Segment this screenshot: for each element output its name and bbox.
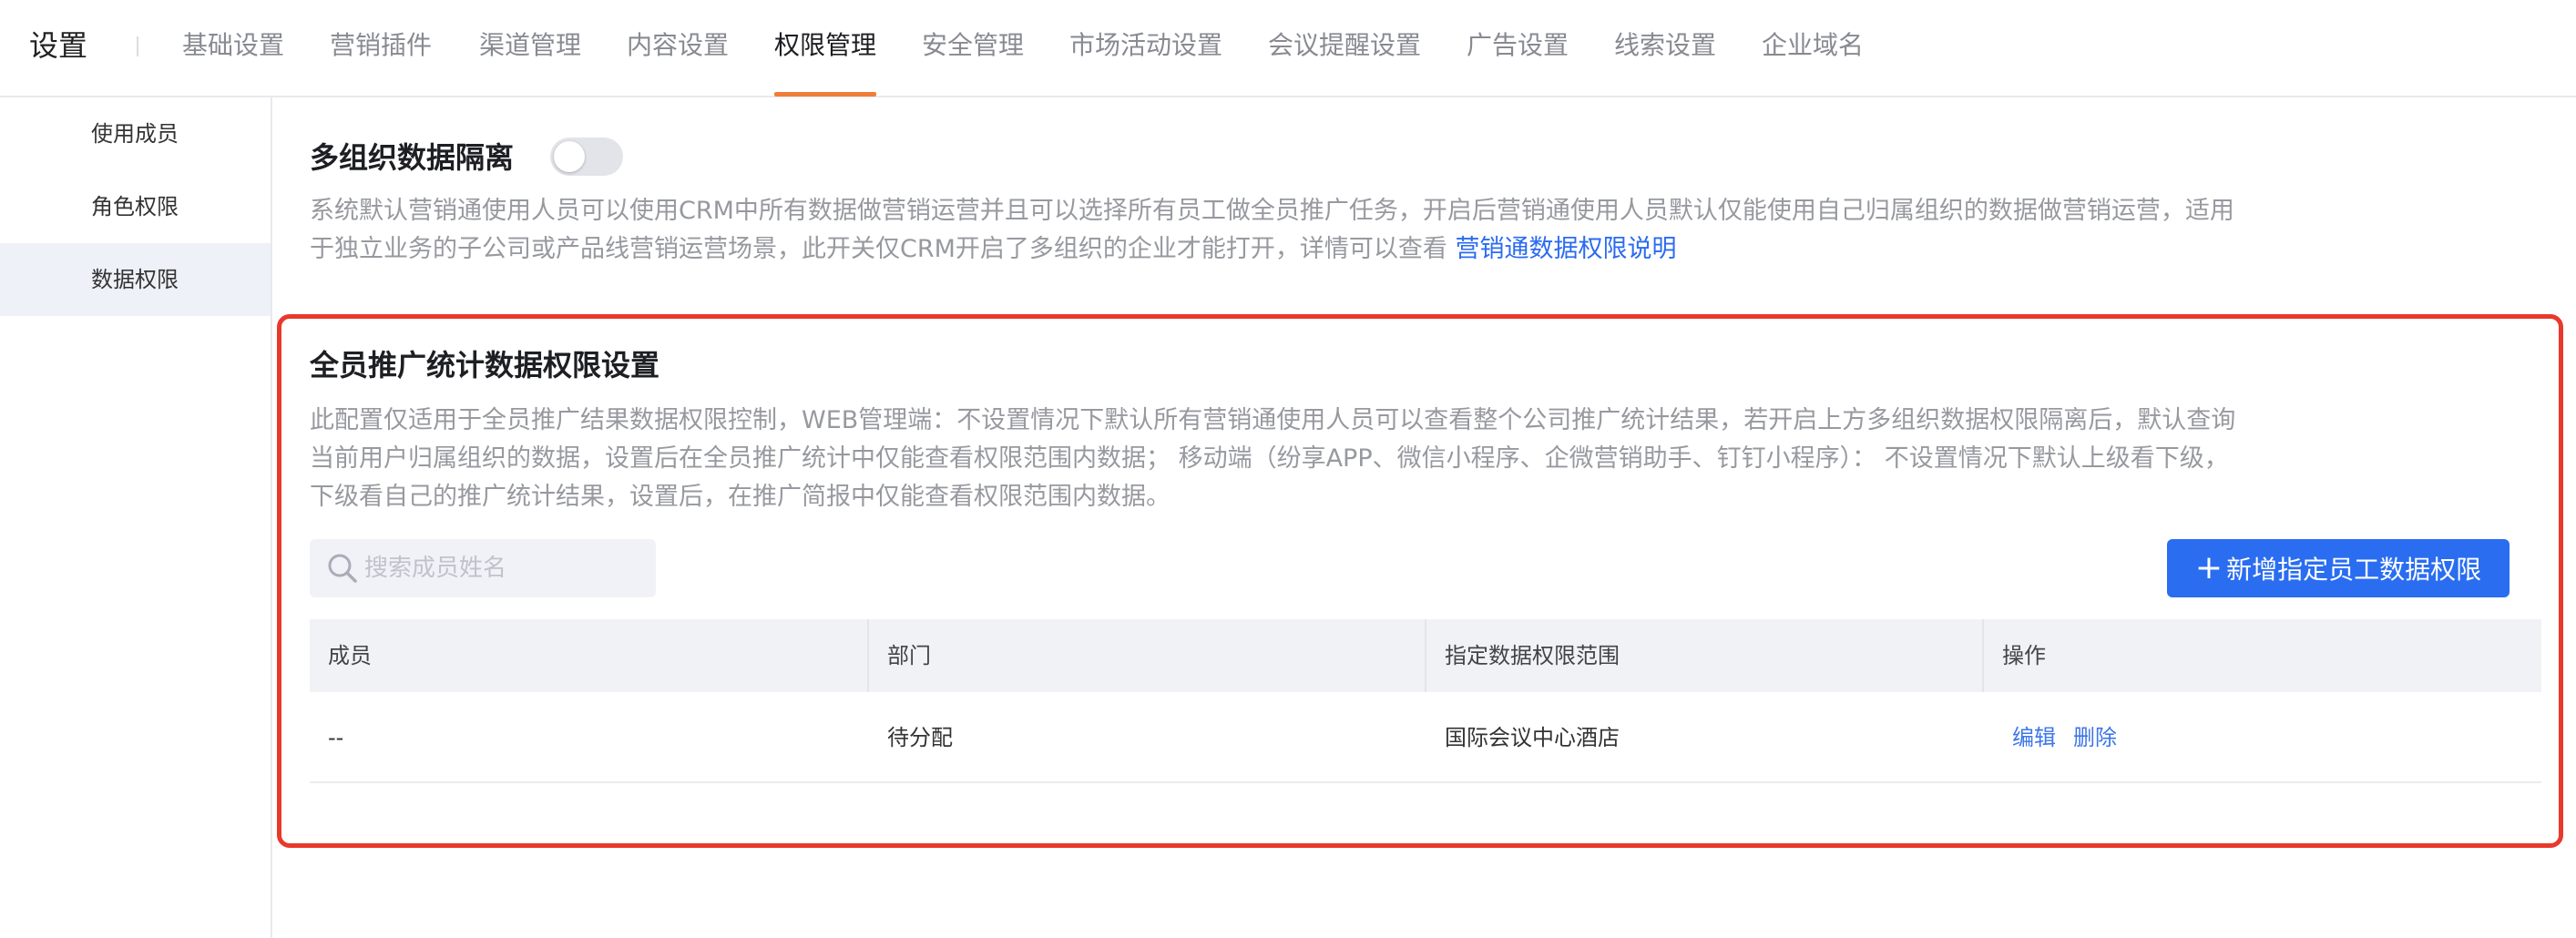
plus-icon: + xyxy=(2194,549,2223,586)
multi-org-isolation-title: 多组织数据隔离 xyxy=(310,140,515,175)
data-permission-docs-link[interactable]: 营销通数据权限说明 xyxy=(1456,235,1677,263)
search-icon xyxy=(328,554,357,583)
toggle-knob xyxy=(554,141,585,172)
sidebar: 使用成员 角色权限 数据权限 xyxy=(0,97,272,938)
desc-line: 系统默认营销通使用人员可以使用CRM中所有数据做营销运营并且可以选择所有员工做全… xyxy=(310,197,2234,225)
edit-button[interactable]: 编辑 xyxy=(2012,692,2056,783)
add-employee-data-permission-button[interactable]: + 新增指定员工数据权限 xyxy=(2167,539,2510,597)
tab-meeting-reminder-settings[interactable]: 会议提醒设置 xyxy=(1268,27,1421,64)
tab-security-management[interactable]: 安全管理 xyxy=(922,27,1024,64)
member-search-box[interactable] xyxy=(310,539,656,597)
desc-line: 当前用户归属组织的数据，设置后在全员推广统计中仅能查看权限范围内数据； 移动端（… xyxy=(310,444,2229,473)
tab-campaign-settings[interactable]: 市场活动设置 xyxy=(1069,27,1222,64)
tab-permission-management[interactable]: 权限管理 xyxy=(774,27,876,64)
desc-line: 于独立业务的子公司或产品线营销运营场景，此开关仅CRM开启了多组织的企业才能打开… xyxy=(310,230,2314,269)
cell-department: 待分配 xyxy=(887,725,953,750)
title-divider xyxy=(137,36,138,56)
tab-lead-settings[interactable]: 线索设置 xyxy=(1614,27,1716,64)
main-content: 多组织数据隔离 系统默认营销通使用人员可以使用CRM中所有数据做营销运营并且可以… xyxy=(273,97,2576,938)
member-search-input[interactable] xyxy=(364,539,647,597)
column-header-member: 成员 xyxy=(328,643,372,668)
sidebar-item-data-permissions[interactable]: 数据权限 xyxy=(0,243,271,316)
tab-channel-management[interactable]: 渠道管理 xyxy=(479,27,581,64)
sidebar-item-members[interactable]: 使用成员 xyxy=(0,97,271,170)
tab-content-settings[interactable]: 内容设置 xyxy=(627,27,729,64)
tab-basic-settings[interactable]: 基础设置 xyxy=(182,27,284,64)
column-header-actions: 操作 xyxy=(2002,643,2046,668)
tab-ad-settings[interactable]: 广告设置 xyxy=(1467,27,1569,64)
multi-org-isolation-desc: 系统默认营销通使用人员可以使用CRM中所有数据做营销运营并且可以选择所有员工做全… xyxy=(310,192,2314,269)
cell-scope: 国际会议中心酒店 xyxy=(1445,725,1620,750)
app-title: 设置 xyxy=(29,28,88,63)
desc-line: 此配置仅适用于全员推广结果数据权限控制，WEB管理端：不设置情况下默认所有营销通… xyxy=(310,406,2236,434)
sidebar-item-role-permissions[interactable]: 角色权限 xyxy=(0,170,271,243)
desc-text: 于独立业务的子公司或产品线营销运营场景，此开关仅CRM开启了多组织的企业才能打开… xyxy=(310,235,1456,263)
desc-line: 下级看自己的推广统计结果，设置后，在推广简报中仅能查看权限范围内数据。 xyxy=(310,483,1170,511)
active-tab-indicator xyxy=(774,92,876,97)
delete-button[interactable]: 删除 xyxy=(2073,692,2117,783)
column-header-department: 部门 xyxy=(887,643,931,668)
table-row: -- 待分配 国际会议中心酒店 编辑 删除 xyxy=(310,692,2541,783)
tab-enterprise-domain[interactable]: 企业域名 xyxy=(1762,27,1864,64)
table-header: 成员 部门 指定数据权限范围 操作 xyxy=(310,619,2541,692)
promotion-stats-permission-title: 全员推广统计数据权限设置 xyxy=(310,348,660,382)
tab-marketing-plugins[interactable]: 营销插件 xyxy=(330,27,432,64)
multi-org-isolation-toggle[interactable] xyxy=(550,138,623,176)
add-button-label: 新增指定员工数据权限 xyxy=(2226,555,2482,585)
promotion-stats-permission-desc: 此配置仅适用于全员推广结果数据权限控制，WEB管理端：不设置情况下默认所有营销通… xyxy=(310,402,2314,516)
cell-member: -- xyxy=(328,725,344,750)
column-header-scope: 指定数据权限范围 xyxy=(1445,643,1620,668)
top-nav-bar: 设置 基础设置 营销插件 渠道管理 内容设置 权限管理 安全管理 市场活动设置 … xyxy=(0,0,2576,97)
